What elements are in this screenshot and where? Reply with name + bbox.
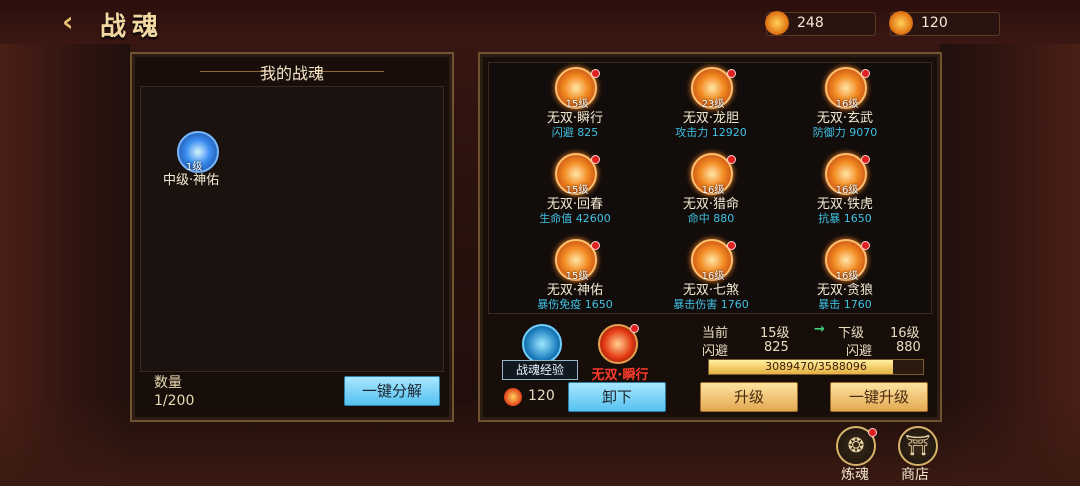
inventory-list: 1级 中级·神佑: [140, 86, 444, 372]
stat-name-next: 闪避: [846, 344, 873, 359]
stat-name-current: 闪避: [702, 344, 729, 359]
back-arrow-icon[interactable]: ‹: [62, 6, 92, 38]
gold-coin-icon: [765, 11, 789, 35]
soul-stat: 生命值 42600: [539, 212, 611, 225]
next-label: 下级: [838, 326, 865, 341]
resource-counter-gold: 248: [765, 11, 876, 36]
next-level: 16级: [890, 326, 920, 341]
shop-button[interactable]: ⛩: [898, 426, 938, 466]
notification-dot: [591, 155, 600, 164]
soul-grid: 15级 无双·瞬行 闪避 825 23级 无双·龙胆 攻击力 12920 16级…: [488, 62, 932, 314]
soul-stat: 暴伤免疫 1650: [537, 298, 613, 311]
notification-dot: [727, 241, 736, 250]
notification-dot: [727, 69, 736, 78]
soul-cell[interactable]: 15级 无双·回春 生命值 42600: [505, 153, 645, 233]
current-stat: 825: [764, 340, 789, 355]
notification-dot: [591, 69, 600, 78]
soul-stat: 闪避 825: [551, 126, 599, 139]
soul-stat: 暴击 1760: [818, 298, 872, 311]
soul-stat: 抗暴 1650: [818, 212, 872, 225]
soul-exp-icon[interactable]: [522, 324, 562, 364]
page-title: 战魂: [100, 12, 165, 42]
upgrade-all-button[interactable]: 一键升级: [830, 382, 928, 412]
exp-progress-text: 3089470/3588096: [765, 360, 867, 373]
panel-title: 我的战魂: [259, 64, 324, 83]
quantity-label: 数量: [154, 375, 182, 391]
soul-stat: 命中 880: [687, 212, 735, 225]
notification-dot: [861, 155, 870, 164]
fire-soul-icon: [889, 11, 913, 35]
exp-progress-bar: 3089470/3588096: [708, 359, 924, 375]
fire-soul-icon: [504, 388, 522, 406]
soul-stat: 暴击伤害 1760: [673, 298, 749, 311]
arrow-right-icon: →: [814, 322, 825, 337]
decompose-all-button[interactable]: 一键分解: [344, 376, 440, 406]
soul-cell[interactable]: 15级 无双·瞬行 闪避 825: [505, 67, 645, 147]
quantity-block: 数量 1/200: [154, 374, 194, 410]
quantity-value: 1/200: [154, 393, 195, 409]
notification-dot: [861, 241, 870, 250]
notification-dot: [591, 241, 600, 250]
shop-icon: ⛩: [905, 433, 931, 457]
soul-stat: 攻击力 12920: [675, 126, 747, 139]
resource-counter-soul: 120: [889, 11, 1000, 36]
current-label: 当前: [702, 326, 729, 341]
gold-value: 248: [797, 15, 824, 31]
soul-stat: 防御力 9070: [812, 126, 878, 139]
soul-exp-label: 战魂经验: [502, 360, 578, 380]
top-bar: ‹ 战魂 248 120: [0, 0, 1080, 44]
equipped-souls-panel: 15级 无双·瞬行 闪避 825 23级 无双·龙胆 攻击力 12920 16级…: [478, 52, 942, 422]
next-stat: 880: [896, 340, 921, 355]
shop-label: 商店: [901, 467, 929, 483]
my-souls-panel: 我的战魂 1级 中级·神佑 数量 1/200 一键分解: [130, 52, 454, 422]
selected-soul-name: 无双·瞬行: [591, 368, 649, 383]
soul-item-name: 中级·神佑: [163, 173, 220, 188]
notification-dot: [630, 324, 639, 333]
soul-cell[interactable]: 16级 无双·玄武 防御力 9070: [775, 67, 915, 147]
refine-soul-label: 炼魂: [841, 467, 869, 483]
notification-dot: [868, 428, 877, 437]
soul-cell[interactable]: 16级 无双·七煞 暴击伤害 1760: [641, 239, 781, 319]
soul-cell[interactable]: 23级 无双·龙胆 攻击力 12920: [641, 67, 781, 147]
soul-cell[interactable]: 16级 无双·铁虎 抗暴 1650: [775, 153, 915, 233]
soul-cell[interactable]: 15级 无双·神佑 暴伤免疫 1650: [505, 239, 645, 319]
notification-dot: [861, 69, 870, 78]
upgrade-button[interactable]: 升级: [700, 382, 798, 412]
soul-item-icon[interactable]: 1级: [177, 131, 219, 173]
unequip-button[interactable]: 卸下: [568, 382, 666, 412]
soul-cell[interactable]: 16级 无双·贪狼 暴击 1760: [775, 239, 915, 319]
exp-count: 120: [528, 388, 555, 404]
soul-value: 120: [921, 15, 948, 31]
swirl-icon: ❂: [847, 433, 865, 457]
current-level: 15级: [760, 326, 790, 341]
soul-cell[interactable]: 16级 无双·猎命 命中 880: [641, 153, 781, 233]
notification-dot: [727, 155, 736, 164]
